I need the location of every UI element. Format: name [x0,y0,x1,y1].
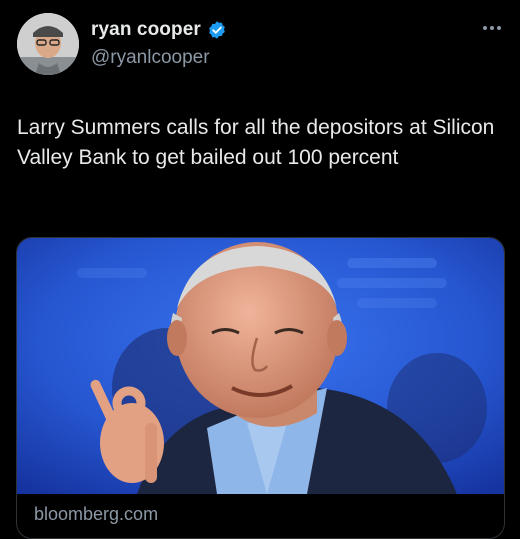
dot [490,26,494,30]
link-card-domain: bloomberg.com [34,504,159,524]
verified-badge-icon [207,20,227,40]
author-handle[interactable]: @ryanlcooper [91,47,227,69]
author-display-name[interactable]: ryan cooper [91,19,201,41]
author-block: ryan cooper @ryanlcooper [91,17,227,69]
dot [483,26,487,30]
tweet: ryan cooper @ryanlcooper Larry Summers c… [0,0,520,539]
link-card-image [17,238,504,494]
avatar-image [17,13,79,75]
dot [497,26,501,30]
more-horizontal-icon[interactable] [478,18,506,38]
avatar[interactable] [17,13,79,75]
link-card[interactable]: bloomberg.com [16,237,505,539]
tweet-text: Larry Summers calls for all the deposito… [17,116,495,169]
